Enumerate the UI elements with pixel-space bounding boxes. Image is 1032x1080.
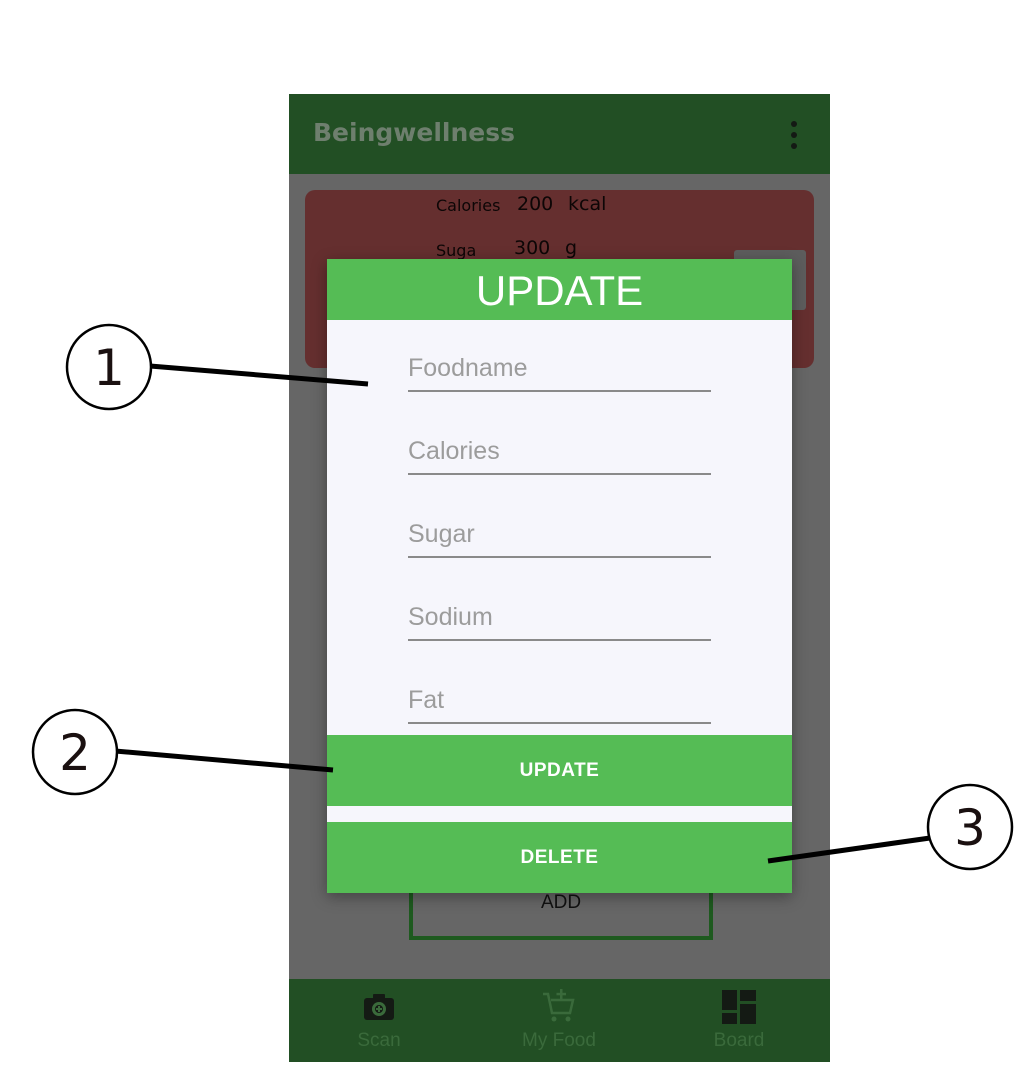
nav-item-board[interactable]: Board bbox=[649, 979, 829, 1062]
more-vert-icon[interactable] bbox=[787, 120, 801, 150]
foodname-field[interactable] bbox=[408, 346, 711, 392]
nav-label-board: Board bbox=[713, 1030, 765, 1051]
fat-field[interactable] bbox=[408, 678, 711, 724]
nav-label-scan: Scan bbox=[357, 1030, 401, 1051]
page: Beingwellness Calories 200 kcal Suga 300… bbox=[0, 0, 1032, 1080]
callout-2: 2 bbox=[31, 708, 334, 796]
update-dialog: UPDATE UPDATE DELETE bbox=[327, 259, 792, 893]
nav-item-my-food[interactable]: My Food bbox=[469, 979, 649, 1062]
sugar-unit: g bbox=[565, 237, 578, 259]
dialog-header: UPDATE bbox=[327, 259, 792, 320]
sugar-value: 300 bbox=[514, 237, 551, 259]
nav-label-my-food: My Food bbox=[522, 1030, 596, 1051]
sugar-field[interactable] bbox=[408, 512, 711, 558]
calories-value: 200 bbox=[517, 193, 554, 215]
app-bar: Beingwellness bbox=[289, 94, 830, 174]
nav-item-scan[interactable]: Scan bbox=[289, 979, 469, 1062]
calories-label: Calories bbox=[436, 196, 501, 215]
camera-icon bbox=[364, 994, 394, 1020]
delete-button[interactable]: DELETE bbox=[327, 822, 792, 893]
sugar-label: Suga bbox=[436, 241, 477, 260]
calories-field[interactable] bbox=[408, 429, 711, 475]
callout-3-label: 3 bbox=[954, 799, 986, 857]
calories-unit: kcal bbox=[568, 193, 607, 215]
dashboard-icon bbox=[722, 990, 756, 1024]
add-button-label: ADD bbox=[540, 892, 582, 913]
update-button[interactable]: UPDATE bbox=[327, 735, 792, 806]
sodium-field[interactable] bbox=[408, 595, 711, 641]
bottom-nav: Scan My Food Board bbox=[289, 979, 830, 1062]
callout-2-label: 2 bbox=[59, 724, 91, 782]
app-title: Beingwellness bbox=[313, 118, 515, 147]
dialog-title: UPDATE bbox=[475, 267, 644, 314]
callout-1-label: 1 bbox=[93, 339, 125, 397]
cart-add-icon bbox=[543, 989, 575, 1022]
